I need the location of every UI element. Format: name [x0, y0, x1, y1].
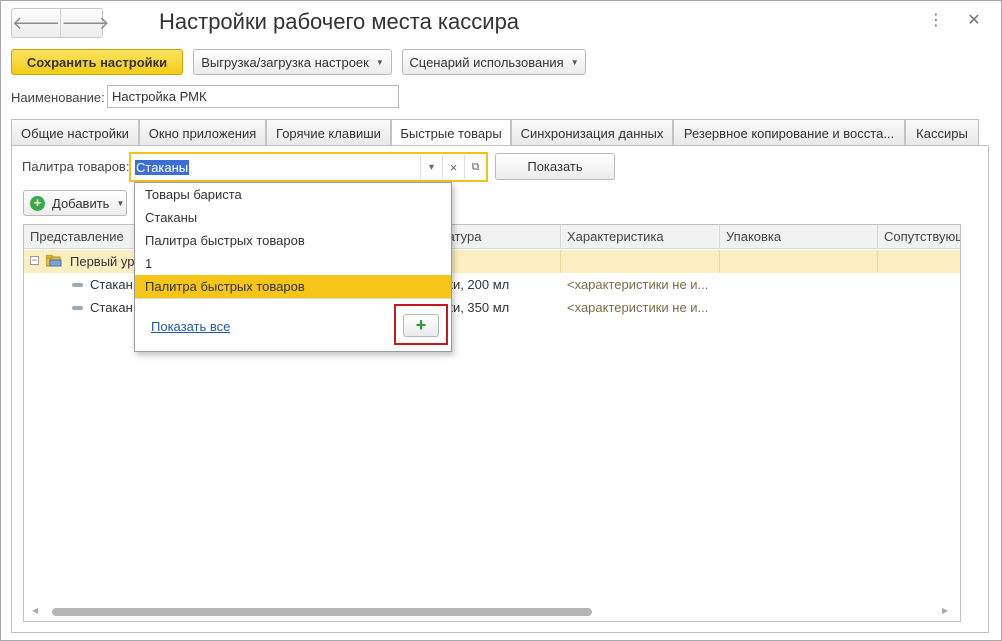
chevron-down-icon: ▼ — [116, 198, 125, 208]
window-title: Настройки рабочего места кассира — [159, 9, 520, 34]
row-characteristic: <характеристики не и... — [567, 300, 709, 315]
row-nomenclature: ики, 350 мл — [440, 300, 510, 315]
dropdown-separator — [135, 298, 451, 299]
item-icon — [72, 306, 83, 310]
column-header-related[interactable]: Сопутствующ — [878, 225, 961, 249]
tab-cashiers[interactable]: Кассиры — [905, 119, 979, 146]
highlight-frame: + — [394, 304, 448, 345]
palette-dropdown-button[interactable]: ▾ — [420, 155, 442, 179]
chevron-down-icon: ▼ — [570, 57, 579, 67]
usage-scenario-label: Сценарий использования — [409, 54, 564, 70]
save-settings-button[interactable]: Сохранить настройки — [11, 49, 183, 75]
kebab-menu-icon: ⋮ — [928, 12, 944, 29]
scrollbar-thumb[interactable] — [52, 608, 592, 616]
palette-dropdown-list: Товары бариста Стаканы Палитра быстрых т… — [134, 182, 452, 352]
group-cell — [561, 250, 720, 273]
back-button[interactable]: 🡐 — [12, 9, 60, 37]
horizontal-scrollbar[interactable]: ◀ ▶ — [32, 606, 952, 616]
item-icon — [72, 283, 83, 287]
save-settings-label: Сохранить настройки — [26, 54, 168, 70]
palette-input[interactable]: Стаканы — [131, 159, 420, 175]
clear-icon: × — [449, 159, 458, 175]
tab-label: Общие настройки — [21, 125, 129, 141]
dropdown-item[interactable]: Стаканы — [135, 206, 451, 229]
chevron-down-icon: ▼ — [375, 57, 384, 67]
open-form-icon: ⧉ — [471, 160, 480, 173]
scroll-right-icon[interactable]: ▶ — [942, 606, 948, 615]
row-nomenclature: ики, 200 мл — [440, 277, 510, 292]
palette-combobox[interactable]: Стаканы ▾ × ⧉ — [129, 152, 488, 182]
plus-circle-icon: + — [30, 195, 45, 211]
dropdown-item-selected[interactable]: Палитра быстрых товаров — [135, 275, 451, 298]
forward-button[interactable]: 🡒 — [60, 9, 110, 37]
name-input-value: Настройка РМК — [112, 89, 207, 104]
export-import-label: Выгрузка/загрузка настроек — [201, 54, 369, 70]
add-button-label: Добавить — [52, 195, 110, 211]
palette-value: Стаканы — [135, 159, 190, 175]
palette-clear-button[interactable]: × — [442, 155, 464, 179]
tab-quick-goods[interactable]: Быстрые товары — [391, 119, 511, 147]
navigation-buttons: 🡐 🡒 — [11, 8, 110, 38]
tab-backup[interactable]: Резервное копирование и восста... — [673, 119, 905, 146]
tab-data-sync[interactable]: Синхронизация данных — [511, 119, 673, 146]
tab-general[interactable]: Общие настройки — [11, 119, 139, 146]
group-cell — [720, 250, 878, 273]
add-button[interactable]: + Добавить ▼ — [23, 190, 127, 216]
folder-icon — [46, 255, 62, 267]
palette-label: Палитра товаров: — [22, 159, 130, 174]
settings-window: 🡐 🡒 Настройки рабочего места кассира ⋮ ✕… — [0, 0, 1002, 641]
export-import-button[interactable]: Выгрузка/загрузка настроек ▼ — [193, 49, 392, 75]
chevron-down-icon: ▾ — [428, 161, 435, 173]
dropdown-item[interactable]: Товары бариста — [135, 183, 451, 206]
plus-icon: + — [415, 315, 427, 335]
column-title: Сопутствующ — [884, 229, 961, 244]
column-title: Представление — [30, 229, 124, 244]
arrow-left-icon: 🡐 — [12, 12, 61, 33]
group-cell — [434, 250, 561, 273]
tab-label: Кассиры — [916, 125, 968, 141]
column-header-packaging[interactable]: Упаковка — [720, 225, 878, 249]
close-icon: ✕ — [967, 12, 981, 29]
row-characteristic: <характеристики не и... — [567, 277, 709, 292]
name-input[interactable]: Настройка РМК — [107, 85, 399, 108]
tab-label: Окно приложения — [148, 125, 257, 141]
column-title: Характеристика — [567, 229, 664, 244]
tab-label: Резервное копирование и восста... — [683, 125, 895, 141]
collapse-icon[interactable]: − — [30, 256, 39, 265]
usage-scenario-button[interactable]: Сценарий использования ▼ — [402, 49, 586, 75]
tab-hotkeys[interactable]: Горячие клавиши — [266, 119, 391, 146]
tab-label: Быстрые товары — [400, 126, 502, 141]
tab-bar: Общие настройки Окно приложения Горячие … — [11, 119, 991, 147]
column-header-nomenclature[interactable]: латура — [434, 225, 561, 249]
close-button[interactable]: ✕ — [964, 11, 984, 31]
palette-open-button[interactable]: ⧉ — [464, 155, 486, 179]
show-all-link[interactable]: Показать все — [151, 319, 230, 334]
tab-app-window[interactable]: Окно приложения — [139, 119, 266, 146]
show-button[interactable]: Показать — [495, 153, 615, 180]
column-title: Упаковка — [726, 229, 782, 244]
show-button-label: Показать — [527, 159, 583, 174]
create-new-button[interactable]: + — [403, 314, 439, 337]
column-header-characteristic[interactable]: Характеристика — [561, 225, 720, 249]
arrow-right-icon: 🡒 — [61, 12, 110, 33]
dropdown-item[interactable]: 1 — [135, 252, 451, 275]
scroll-left-icon[interactable]: ◀ — [32, 606, 38, 615]
tab-label: Синхронизация данных — [520, 125, 664, 141]
tab-label: Горячие клавиши — [276, 125, 381, 141]
dropdown-item[interactable]: Палитра быстрых товаров — [135, 229, 451, 252]
more-menu-button[interactable]: ⋮ — [926, 11, 946, 31]
name-label: Наименование: — [11, 90, 105, 105]
